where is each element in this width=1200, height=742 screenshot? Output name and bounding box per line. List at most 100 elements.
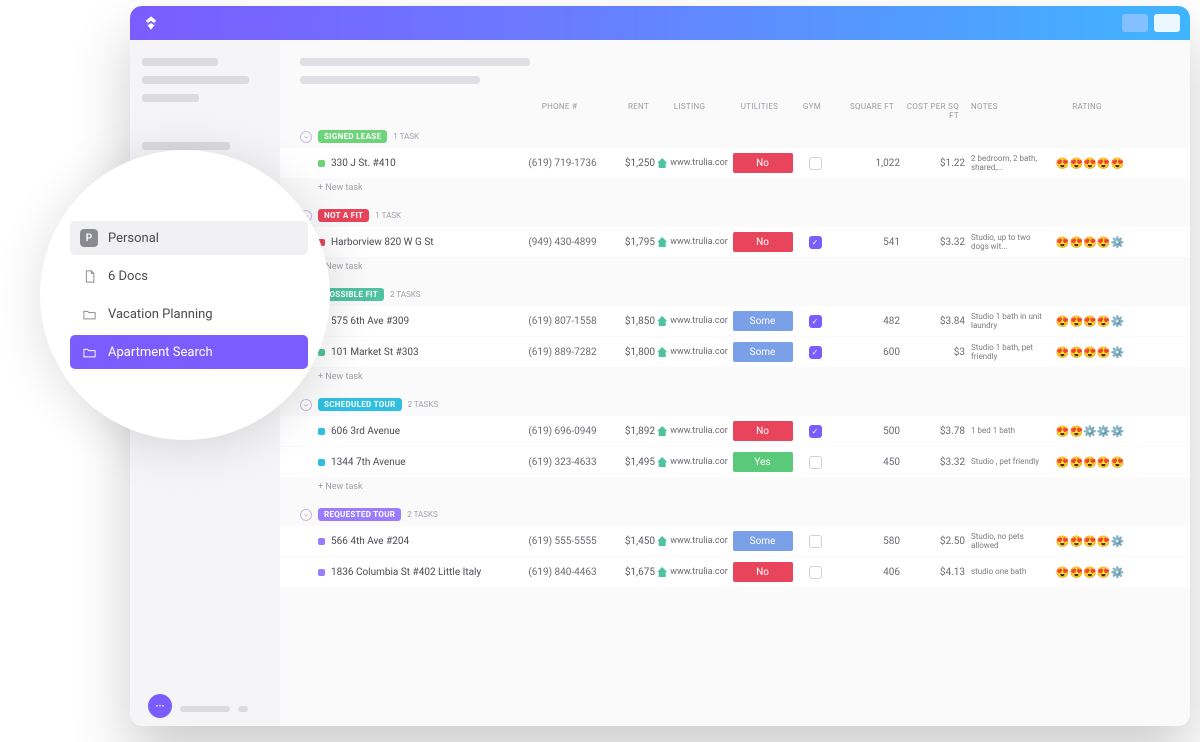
cell-phone[interactable]: (619) 323-4633: [520, 457, 605, 468]
group-header[interactable]: POSSIBLE FIT 2 TASKS: [280, 284, 1190, 305]
cell-listing[interactable]: www.trulia.cor: [655, 158, 730, 168]
cell-rent[interactable]: $1,495: [605, 457, 655, 468]
cell-cost[interactable]: $3.32: [900, 237, 965, 248]
group-header[interactable]: NOT A FIT 1 TASK: [280, 205, 1190, 226]
utilities-pill[interactable]: Some: [733, 531, 793, 551]
collapse-icon[interactable]: [300, 399, 312, 411]
gym-checkbox[interactable]: [809, 566, 822, 579]
cell-cost[interactable]: $3.78: [900, 426, 965, 437]
col-rent[interactable]: RENT: [605, 102, 655, 120]
cell-listing[interactable]: www.trulia.cor: [655, 457, 730, 467]
cell-cost[interactable]: $1.22: [900, 158, 965, 169]
cell-cost[interactable]: $2.50: [900, 536, 965, 547]
chat-button[interactable]: ···: [148, 694, 172, 718]
cell-rating[interactable]: 😍😍😍😍⚙️: [1045, 346, 1135, 359]
space-personal[interactable]: P Personal: [70, 221, 308, 255]
col-rating[interactable]: RATING: [1045, 102, 1135, 120]
utilities-pill[interactable]: No: [733, 232, 793, 252]
folder-vacation[interactable]: Vacation Planning: [70, 297, 308, 331]
cell-sqft[interactable]: 1,022: [835, 158, 900, 169]
cell-rating[interactable]: 😍😍😍😍😍: [1045, 456, 1135, 469]
cell-listing[interactable]: www.trulia.cor: [655, 536, 730, 546]
cell-sqft[interactable]: 482: [835, 316, 900, 327]
cell-rating[interactable]: 😍😍😍😍😍: [1045, 157, 1135, 170]
new-task-button[interactable]: + New task: [280, 258, 1190, 276]
col-listing[interactable]: LISTING: [655, 102, 730, 120]
cell-listing[interactable]: www.trulia.cor: [655, 426, 730, 436]
cell-sqft[interactable]: 541: [835, 237, 900, 248]
cell-rating[interactable]: 😍😍😍😍⚙️: [1045, 315, 1135, 328]
gym-checkbox[interactable]: [809, 315, 822, 328]
cell-cost[interactable]: $4.13: [900, 567, 965, 578]
cell-sqft[interactable]: 600: [835, 347, 900, 358]
task-row[interactable]: 101 Market St #303 (619) 889-7282 $1,800…: [280, 337, 1190, 367]
folder-apartment-search[interactable]: Apartment Search: [70, 335, 308, 369]
cell-notes[interactable]: 2 bedroom, 2 bath, shared,...: [965, 154, 1045, 172]
cell-sqft[interactable]: 500: [835, 426, 900, 437]
group-header[interactable]: REQUESTED TOUR 2 TASKS: [280, 504, 1190, 525]
cell-phone[interactable]: (619) 889-7282: [520, 347, 605, 358]
cell-rent[interactable]: $1,795: [605, 237, 655, 248]
cell-notes[interactable]: Studio 1 bath, pet friendly: [965, 343, 1045, 361]
collapse-icon[interactable]: [300, 131, 312, 143]
task-row[interactable]: 566 4th Ave #204 (619) 555-5555 $1,450 w…: [280, 526, 1190, 556]
cell-rent[interactable]: $1,450: [605, 536, 655, 547]
priority-square-icon[interactable]: [318, 459, 325, 466]
cell-rent[interactable]: $1,800: [605, 347, 655, 358]
gym-checkbox[interactable]: [809, 236, 822, 249]
window-max-button[interactable]: [1154, 14, 1180, 32]
cell-phone[interactable]: (619) 696-0949: [520, 426, 605, 437]
cell-rating[interactable]: 😍😍😍😍⚙️: [1045, 566, 1135, 579]
gym-checkbox[interactable]: [809, 425, 822, 438]
cell-listing[interactable]: www.trulia.cor: [655, 347, 730, 357]
cell-notes[interactable]: 1 bed 1 bath: [965, 426, 1045, 435]
cell-phone[interactable]: (619) 719-1736: [520, 158, 605, 169]
cell-rent[interactable]: $1,850: [605, 316, 655, 327]
new-task-button[interactable]: + New task: [280, 478, 1190, 496]
col-phone[interactable]: PHONE #: [520, 102, 605, 120]
cell-cost[interactable]: $3.32: [900, 457, 965, 468]
priority-square-icon[interactable]: [318, 428, 325, 435]
task-row[interactable]: 606 3rd Avenue (619) 696-0949 $1,892 www…: [280, 416, 1190, 446]
utilities-pill[interactable]: No: [733, 421, 793, 441]
cell-sqft[interactable]: 406: [835, 567, 900, 578]
cell-notes[interactable]: Studio 1 bath in unit laundry: [965, 312, 1045, 330]
cell-listing[interactable]: www.trulia.cor: [655, 567, 730, 577]
task-row[interactable]: 330 J St. #410 (619) 719-1736 $1,250 www…: [280, 148, 1190, 178]
cell-notes[interactable]: Studio , pet friendly: [965, 457, 1045, 466]
task-row[interactable]: 1344 7th Avenue (619) 323-4633 $1,495 ww…: [280, 447, 1190, 477]
col-gym[interactable]: GYM: [795, 102, 835, 120]
cell-notes[interactable]: Studio, no pets allowed: [965, 532, 1045, 550]
cell-notes[interactable]: Studio, up to two dogs wit...: [965, 233, 1045, 251]
gym-checkbox[interactable]: [809, 535, 822, 548]
cell-notes[interactable]: studio one bath: [965, 567, 1045, 576]
utilities-pill[interactable]: Some: [733, 342, 793, 362]
utilities-pill[interactable]: Some: [733, 311, 793, 331]
cell-phone[interactable]: (949) 430-4899: [520, 237, 605, 248]
cell-listing[interactable]: www.trulia.cor: [655, 237, 730, 247]
group-header[interactable]: SCHEDULED TOUR 2 TASKS: [280, 394, 1190, 415]
col-cost[interactable]: COST PER SQ FT: [900, 102, 965, 120]
collapse-icon[interactable]: [300, 509, 312, 521]
priority-square-icon[interactable]: [318, 538, 325, 545]
gym-checkbox[interactable]: [809, 346, 822, 359]
cell-cost[interactable]: $3.84: [900, 316, 965, 327]
gym-checkbox[interactable]: [809, 157, 822, 170]
new-task-button[interactable]: + New task: [280, 179, 1190, 197]
cell-listing[interactable]: www.trulia.cor: [655, 316, 730, 326]
cell-phone[interactable]: (619) 807-1558: [520, 316, 605, 327]
cell-sqft[interactable]: 450: [835, 457, 900, 468]
priority-square-icon[interactable]: [318, 160, 325, 167]
col-utilities[interactable]: UTILITIES: [730, 102, 795, 120]
cell-phone[interactable]: (619) 555-5555: [520, 536, 605, 547]
cell-rating[interactable]: 😍😍😍😍⚙️: [1045, 236, 1135, 249]
cell-cost[interactable]: $3: [900, 347, 965, 358]
cell-rent[interactable]: $1,250: [605, 158, 655, 169]
priority-square-icon[interactable]: [318, 569, 325, 576]
cell-sqft[interactable]: 580: [835, 536, 900, 547]
cell-rent[interactable]: $1,892: [605, 426, 655, 437]
col-sqft[interactable]: SQUARE FT: [835, 102, 900, 120]
task-row[interactable]: 575 6th Ave #309 (619) 807-1558 $1,850 w…: [280, 306, 1190, 336]
docs-item[interactable]: 6 Docs: [70, 259, 308, 293]
cell-rating[interactable]: 😍😍😍😍⚙️: [1045, 535, 1135, 548]
